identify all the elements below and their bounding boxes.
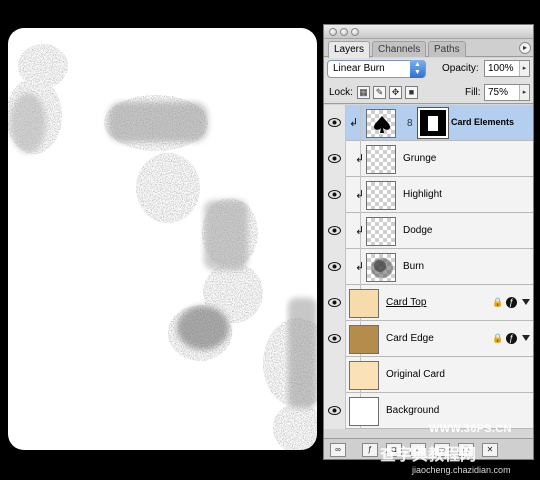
layer-name: Background [386, 405, 440, 416]
layer-thumbnail[interactable] [366, 109, 396, 138]
mask-card-shape [428, 116, 438, 131]
eye-icon [328, 406, 341, 415]
fill-arrow-icon[interactable]: ▸ [519, 85, 529, 100]
layer-name: Card Elements [451, 117, 515, 127]
layer-row-card-elements[interactable]: ↲ 8 Card Elements [324, 105, 533, 141]
expand-effects-icon[interactable] [522, 299, 530, 305]
minimize-window-button[interactable] [340, 28, 348, 36]
layer-row-grunge[interactable]: ↲ Grunge [324, 141, 533, 177]
opacity-field[interactable]: 100% ▸ [484, 60, 530, 77]
layer-row-card-edge[interactable]: Card Edge 🔒 ƒ [324, 321, 533, 357]
lock-transparent-icon[interactable]: ▦ [357, 86, 370, 99]
clipping-arrow-icon: ↲ [355, 261, 365, 273]
dropdown-arrows-icon: ▲ ▼ [410, 60, 425, 78]
clipping-arrow-icon: ↲ [355, 153, 365, 165]
layer-name: Original Card [386, 369, 445, 380]
watermark-site: WWW.36PS.CN [429, 423, 512, 435]
layer-row-highlight[interactable]: ↲ Highlight [324, 177, 533, 213]
layer-name: Highlight [403, 189, 442, 200]
blend-options-row: Linear Burn ▲ ▼ Opacity: 100% ▸ [324, 58, 533, 82]
layer-name: Dodge [403, 225, 433, 236]
lock-label: Lock: [329, 87, 353, 98]
fill-value: 75% [488, 87, 509, 98]
panel-menu-icon[interactable]: ▸ [519, 42, 531, 54]
opacity-value: 100% [488, 63, 514, 74]
eye-icon [328, 190, 341, 199]
opacity-label: Opacity: [442, 63, 479, 74]
eye-icon [328, 118, 341, 127]
spade-icon [374, 116, 390, 133]
panel-tabs: Layers Channels Paths ▸ [324, 39, 533, 58]
layer-thumbnail[interactable] [349, 289, 379, 318]
eye-icon [328, 298, 341, 307]
visibility-toggle[interactable] [324, 357, 346, 393]
mask-link-icon[interactable]: 8 [407, 118, 413, 129]
layer-thumbnail[interactable] [349, 397, 379, 426]
visibility-toggle[interactable] [324, 393, 346, 429]
eye-icon [328, 334, 341, 343]
fill-field[interactable]: 75% ▸ [484, 84, 530, 101]
panel-titlebar[interactable] [324, 25, 533, 39]
layer-thumbnail[interactable] [366, 217, 396, 246]
layer-row-dodge[interactable]: ↲ Dodge [324, 213, 533, 249]
layer-effects-icon[interactable]: ƒ [506, 297, 517, 308]
photoshop-workspace: Layers Channels Paths ▸ Linear Burn ▲ ▼ O… [0, 0, 540, 480]
tab-channels[interactable]: Channels [372, 41, 427, 57]
document-canvas[interactable] [8, 28, 317, 450]
expand-effects-icon[interactable] [522, 335, 530, 341]
layer-name: Card Top [386, 297, 427, 308]
layer-name: Burn [403, 261, 425, 272]
layer-thumbnail[interactable] [349, 325, 379, 354]
layer-row-burn[interactable]: ↲ Burn [324, 249, 533, 285]
layer-name: Card Edge [386, 333, 434, 344]
tab-paths[interactable]: Paths [428, 41, 466, 57]
eye-icon [328, 226, 341, 235]
layers-panel: Layers Channels Paths ▸ Linear Burn ▲ ▼ O… [323, 24, 534, 460]
eye-icon [328, 154, 341, 163]
visibility-toggle[interactable] [324, 177, 346, 213]
delete-layer-icon[interactable]: ✕ [482, 443, 498, 457]
layer-status-icons: 🔒 ƒ [492, 333, 532, 345]
watermark-chinese: 查字典教程网 [380, 447, 477, 464]
layer-row-original-card[interactable]: Original Card [324, 357, 533, 393]
clipping-arrow-icon: ↲ [349, 117, 359, 129]
watermark-url: jiaocheng.chazidian.com [412, 465, 511, 475]
fill-label: Fill: [465, 87, 481, 98]
layer-status-icons: 🔒 ƒ [492, 297, 532, 309]
lock-icon: 🔒 [492, 333, 504, 343]
clipping-arrow-icon: ↲ [355, 225, 365, 237]
layer-thumbnail[interactable] [349, 361, 379, 390]
zoom-window-button[interactable] [351, 28, 359, 36]
visibility-toggle[interactable] [324, 321, 346, 357]
visibility-toggle[interactable] [324, 249, 346, 285]
layer-thumbnail[interactable] [366, 253, 396, 282]
layer-thumbnail[interactable] [366, 181, 396, 210]
eye-icon [328, 262, 341, 271]
blend-mode-select[interactable]: Linear Burn ▲ ▼ [327, 60, 426, 78]
opacity-arrow-icon[interactable]: ▸ [519, 61, 529, 76]
link-layers-icon[interactable]: ∞ [330, 443, 346, 457]
grunge-brush-strokes [8, 44, 317, 450]
visibility-toggle[interactable] [324, 105, 346, 141]
lock-all-icon[interactable]: ■ [405, 86, 418, 99]
clipping-arrow-icon: ↲ [355, 189, 365, 201]
visibility-toggle[interactable] [324, 285, 346, 321]
layer-effects-icon[interactable]: ƒ [506, 333, 517, 344]
lock-row: Lock: ▦ ✎ ✥ ■ Fill: 75% ▸ [324, 82, 533, 104]
burn-smudge-icon [371, 258, 393, 278]
lock-icon: 🔒 [492, 297, 504, 307]
tab-layers[interactable]: Layers [328, 41, 371, 58]
layer-row-card-top[interactable]: Card Top 🔒 ƒ [324, 285, 533, 321]
lock-image-brush-icon[interactable]: ✎ [373, 86, 386, 99]
layer-name: Grunge [403, 153, 437, 164]
visibility-toggle[interactable] [324, 213, 346, 249]
visibility-toggle[interactable] [324, 141, 346, 177]
close-window-button[interactable] [329, 28, 337, 36]
lock-position-move-icon[interactable]: ✥ [389, 86, 402, 99]
layer-thumbnail[interactable] [366, 145, 396, 174]
layer-mask-thumbnail[interactable] [417, 107, 449, 139]
blend-mode-value: Linear Burn [333, 63, 385, 74]
add-layer-style-icon[interactable]: ƒ [362, 443, 378, 457]
